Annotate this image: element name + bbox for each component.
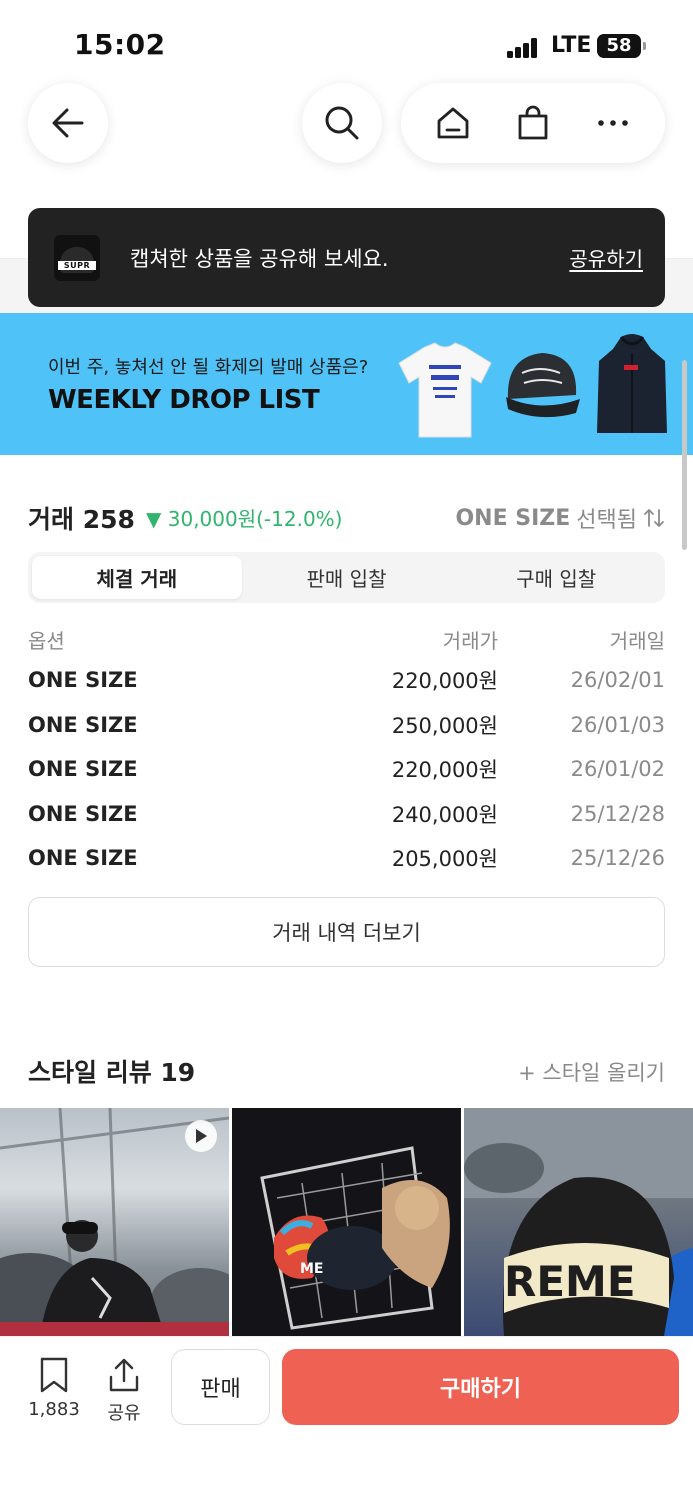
trade-summary: 거래 258 ▼ 30,000원(-12.0%) ONE SIZE 선택됨 [28, 500, 665, 534]
photo-text: ME [300, 1261, 324, 1277]
share-label: 공유 [107, 1403, 141, 1424]
banner-title: WEEKLY DROP LIST [48, 385, 320, 415]
row-price: 220,000원 [391, 669, 498, 694]
down-arrow-icon: ▼ [146, 507, 162, 531]
sort-arrows-icon [644, 509, 664, 527]
tshirt-image [398, 342, 492, 438]
column-option: 옵션 [28, 628, 65, 653]
style-photo[interactable] [0, 1108, 229, 1336]
row-option: ONE SIZE [28, 801, 138, 826]
more-button[interactable] [583, 93, 643, 153]
table-body: ONE SIZE 220,000원 26/02/01 ONE SIZE 250,… [28, 658, 665, 881]
home-button[interactable] [423, 93, 483, 153]
row-option: ONE SIZE [28, 668, 138, 693]
photo-text: REME [504, 1257, 636, 1306]
column-price: 거래가 [442, 628, 498, 653]
more-dots-icon [598, 120, 628, 126]
signal-icon [507, 38, 539, 58]
status-time: 15:02 [74, 28, 166, 61]
tab-buy-bids[interactable]: 구매 입찰 [451, 556, 661, 599]
scrollbar[interactable] [682, 360, 687, 550]
status-bar: 15:02 LTE 58 [0, 0, 693, 80]
sell-button[interactable]: 판매 [171, 1349, 270, 1425]
row-option: ONE SIZE [28, 846, 138, 871]
row-price: 250,000원 [391, 713, 498, 738]
row-date: 26/01/02 [570, 757, 665, 782]
row-price: 240,000원 [391, 802, 498, 827]
share-icon [109, 1358, 139, 1392]
photo-scene: ME [260, 1146, 450, 1330]
table-row: ONE SIZE 250,000원 26/01/03 [28, 703, 665, 748]
toast-product-thumbnail: SUPR [54, 234, 100, 281]
style-photo[interactable]: ME [232, 1108, 461, 1336]
table-row: ONE SIZE 240,000원 25/12/28 [28, 792, 665, 837]
arrow-left-icon [52, 108, 84, 138]
back-button[interactable] [28, 83, 108, 163]
table-row: ONE SIZE 205,000원 25/12/26 [28, 836, 665, 881]
hoodie-image [597, 334, 667, 433]
trade-history-table: 옵션 거래가 거래일 ONE SIZE 220,000원 26/02/01 ON… [28, 620, 665, 881]
trade-count: 거래 258 [28, 505, 135, 534]
style-photo-strip: ME REME [0, 1108, 693, 1336]
table-row: ONE SIZE 220,000원 26/02/01 [28, 658, 665, 703]
column-date: 거래일 [609, 628, 665, 653]
table-header: 옵션 거래가 거래일 [28, 620, 665, 658]
trade-tab-switcher: 체결 거래 판매 입찰 구매 입찰 [28, 552, 665, 603]
style-review-header: 스타일 리뷰 19 + 스타일 올리기 [28, 1053, 665, 1087]
cap-image [506, 353, 580, 418]
bookmark-icon [40, 1357, 68, 1393]
row-date: 25/12/26 [570, 846, 665, 871]
price-change: ▼ 30,000원(-12.0%) [146, 503, 343, 532]
play-button[interactable] [185, 1120, 217, 1152]
share-toast: SUPR 캡쳐한 상품을 공유해 보세요. 공유하기 [28, 208, 665, 307]
nav-action-group [401, 83, 665, 163]
row-price: 220,000원 [391, 758, 498, 783]
size-value: ONE SIZE [455, 505, 571, 531]
row-date: 26/02/01 [570, 668, 665, 693]
tab-executed-trades[interactable]: 체결 거래 [32, 556, 242, 599]
buy-button[interactable]: 구매하기 [282, 1349, 679, 1425]
size-suffix: 선택됨 [576, 508, 637, 533]
share-button[interactable]: 공유 [95, 1357, 153, 1425]
bookmark-count: 1,883 [28, 1399, 80, 1420]
photo-scene: REME [464, 1108, 693, 1336]
weekly-drop-banner[interactable]: 이번 주, 놓쳐선 안 될 화제의 발매 상품은? WEEKLY DROP LI… [0, 313, 693, 455]
banner-subtitle: 이번 주, 놓쳐선 안 될 화제의 발매 상품은? [48, 357, 369, 378]
style-review-title: 스타일 리뷰 19 [28, 1058, 196, 1087]
home-icon [437, 107, 469, 139]
search-icon [325, 106, 359, 140]
row-option: ONE SIZE [28, 757, 138, 782]
size-selector[interactable]: ONE SIZE 선택됨 [455, 502, 665, 534]
battery-icon: 58 [597, 34, 646, 58]
network-label: LTE [551, 33, 592, 58]
style-photo[interactable]: REME [464, 1108, 693, 1336]
row-date: 26/01/03 [570, 712, 665, 737]
table-row: ONE SIZE 220,000원 26/01/02 [28, 747, 665, 792]
cart-button[interactable] [503, 93, 563, 153]
price-change-text: 30,000원(-12.0%) [167, 507, 343, 531]
play-icon [196, 1129, 207, 1143]
row-date: 25/12/28 [570, 801, 665, 826]
tab-sell-bids[interactable]: 판매 입찰 [242, 556, 452, 599]
bookmark-button[interactable]: 1,883 [24, 1357, 84, 1420]
shopping-bag-icon [518, 105, 548, 140]
upload-style-link[interactable]: + 스타일 올리기 [518, 1057, 665, 1087]
toast-message: 캡쳐한 상품을 공유해 보세요. [130, 246, 389, 271]
more-trades-button[interactable]: 거래 내역 더보기 [28, 897, 665, 967]
toast-share-link[interactable]: 공유하기 [569, 243, 643, 272]
row-option: ONE SIZE [28, 712, 138, 737]
row-price: 205,000원 [391, 847, 498, 872]
bottom-action-bar: 1,883 공유 판매 구매하기 [0, 1336, 693, 1500]
search-button[interactable] [302, 83, 382, 163]
